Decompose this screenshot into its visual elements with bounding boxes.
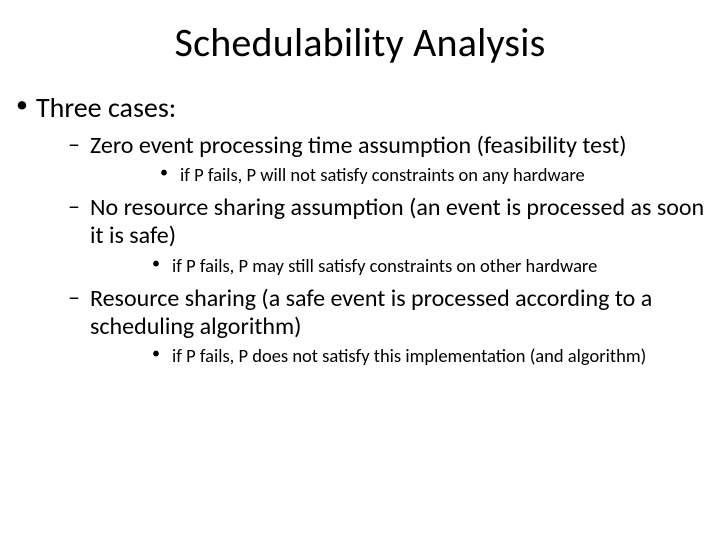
bullet-lvl1: Three cases: Zero event processing time … — [8, 91, 712, 367]
bullet-lvl2: Zero event processing time assumption (f… — [36, 132, 712, 186]
bullet-lvl2-text: Resource sharing (a safe event is proces… — [90, 284, 652, 341]
bullet-lvl3: if P fails, P does not satisfy this impl… — [90, 345, 712, 367]
bullet-list-lvl1: Three cases: Zero event processing time … — [8, 91, 712, 367]
bullet-lvl3: if P fails, P may still satisfy constrai… — [90, 255, 712, 277]
bullet-list-lvl2: Zero event processing time assumption (f… — [36, 132, 712, 367]
bullet-lvl3-text: if P fails, P does not satisfy this impl… — [172, 344, 646, 367]
bullet-lvl3-text: if P fails, P may still satisfy constrai… — [172, 254, 597, 277]
bullet-lvl1-text: Three cases: — [36, 90, 176, 125]
bullet-list-lvl3: if P fails, P will not satisfy constrain… — [90, 164, 712, 186]
bullet-lvl3: if P fails, P will not satisfy constrain… — [90, 164, 712, 186]
bullet-list-lvl3: if P fails, P may still satisfy constrai… — [90, 255, 712, 277]
bullet-lvl3-text: if P fails, P will not satisfy constrain… — [180, 163, 585, 186]
bullet-lvl2-text: Zero event processing time assumption (f… — [90, 131, 627, 160]
bullet-lvl2: No resource sharing assumption (an event… — [36, 194, 712, 276]
bullet-list-lvl3: if P fails, P does not satisfy this impl… — [90, 345, 712, 367]
bullet-lvl2: Resource sharing (a safe event is proces… — [36, 285, 712, 367]
slide-body: Three cases: Zero event processing time … — [0, 91, 720, 367]
slide-title: Schedulability Analysis — [0, 0, 720, 77]
slide: Schedulability Analysis Three cases: Zer… — [0, 0, 720, 540]
bullet-lvl2-text: No resource sharing assumption (an event… — [90, 193, 704, 250]
